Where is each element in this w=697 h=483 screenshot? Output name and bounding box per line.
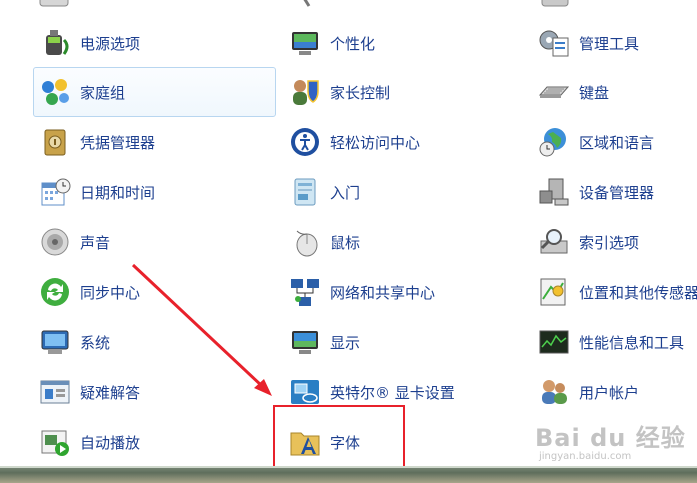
- cp-item-region-language[interactable]: 区域和语言: [532, 117, 697, 167]
- item-label: 家长控制: [330, 83, 391, 102]
- cp-item-personalization[interactable]: 个性化: [283, 18, 526, 68]
- item-label: 轻松访问中心: [330, 133, 421, 152]
- item-label: 日期和时间: [80, 183, 156, 202]
- cp-item-parental-controls[interactable]: 家长控制: [283, 67, 526, 117]
- cp-item-ease-of-access[interactable]: 轻松访问中心: [283, 117, 526, 167]
- cp-item-homegroup[interactable]: 家庭组: [33, 67, 276, 117]
- display-icon: [288, 325, 322, 359]
- ease-of-access-icon: [288, 125, 322, 159]
- item-label: 区域和语言: [579, 133, 655, 152]
- item-label: 鼠标: [330, 233, 361, 252]
- region-language-icon: [537, 125, 571, 159]
- cp-item-power-options[interactable]: 电源选项: [33, 18, 276, 68]
- partial-top-icon: [38, 0, 72, 10]
- date-time-icon: [38, 175, 72, 209]
- mouse-icon: [288, 225, 322, 259]
- item-label: 家庭组: [80, 83, 126, 102]
- cp-item-date-time[interactable]: 日期和时间: [33, 167, 276, 217]
- item-label: 键盘: [579, 83, 610, 102]
- item-label: 疑难解答: [80, 383, 141, 402]
- cp-item-network-sharing[interactable]: 网络和共享中心: [283, 267, 526, 317]
- system-icon: [38, 325, 72, 359]
- admin-tools-icon: [537, 26, 571, 60]
- partial-top-icon: [538, 0, 572, 10]
- performance-icon: [537, 325, 571, 359]
- user-accounts-icon: [537, 375, 571, 409]
- network-sharing-icon: [288, 275, 322, 309]
- getting-started-icon: [288, 175, 322, 209]
- baidu-watermark: Bai du 经验 jingyan.baidu.com: [535, 418, 695, 468]
- watermark-main: Bai du 经验: [535, 424, 686, 452]
- item-label: 自动播放: [80, 433, 141, 452]
- item-label: 英特尔® 显卡设置: [330, 383, 455, 402]
- item-label: 系统: [80, 333, 111, 352]
- item-label: 设备管理器: [579, 183, 655, 202]
- keyboard-icon: [537, 75, 571, 109]
- cp-item-admin-tools[interactable]: 管理工具: [532, 18, 697, 68]
- taskbar: [0, 466, 697, 483]
- credential-manager-icon: [38, 125, 72, 159]
- troubleshooting-icon: [38, 375, 72, 409]
- item-label: 用户帐户: [579, 383, 640, 402]
- cp-item-indexing-options[interactable]: 索引选项: [532, 217, 697, 267]
- item-label: 显示: [330, 333, 361, 352]
- partial-top-icon: [289, 0, 323, 10]
- cp-item-performance[interactable]: 性能信息和工具: [532, 317, 697, 367]
- item-label: 网络和共享中心: [330, 283, 436, 302]
- item-label: 电源选项: [80, 34, 141, 53]
- autoplay-icon: [38, 425, 72, 459]
- parental-controls-icon: [288, 75, 322, 109]
- sound-icon: [38, 225, 72, 259]
- cp-item-system[interactable]: 系统: [33, 317, 276, 367]
- cp-item-user-accounts[interactable]: 用户帐户: [532, 367, 697, 417]
- personalization-icon: [288, 26, 322, 60]
- cp-item-credential-manager[interactable]: 凭据管理器: [33, 117, 276, 167]
- item-label: 性能信息和工具: [579, 333, 685, 352]
- item-label: 声音: [80, 233, 111, 252]
- taskbar-edge: [0, 466, 697, 468]
- annotation-highlight-box: [273, 405, 405, 469]
- item-label: 同步中心: [80, 283, 141, 302]
- cp-item-autoplay[interactable]: 自动播放: [33, 417, 276, 467]
- sync-center-icon: [38, 275, 72, 309]
- cp-item-location-sensors[interactable]: 位置和其他传感器: [532, 267, 697, 317]
- cp-item-keyboard[interactable]: 键盘: [532, 67, 697, 117]
- location-sensors-icon: [537, 275, 571, 309]
- item-label: 管理工具: [579, 34, 640, 53]
- item-label: 入门: [330, 183, 361, 202]
- cp-item-device-manager[interactable]: 设备管理器: [532, 167, 697, 217]
- cp-item-mouse[interactable]: 鼠标: [283, 217, 526, 267]
- indexing-options-icon: [537, 225, 571, 259]
- cp-item-display[interactable]: 显示: [283, 317, 526, 367]
- item-label: 凭据管理器: [80, 133, 156, 152]
- item-label: 位置和其他传感器: [579, 283, 697, 302]
- intel-graphics-icon: [288, 375, 322, 409]
- item-label: 索引选项: [579, 233, 640, 252]
- cp-item-getting-started[interactable]: 入门: [283, 167, 526, 217]
- cp-item-sound[interactable]: 声音: [33, 217, 276, 267]
- homegroup-icon: [38, 75, 72, 109]
- device-manager-icon: [537, 175, 571, 209]
- power-options-icon: [38, 26, 72, 60]
- cp-item-troubleshooting[interactable]: 疑难解答: [33, 367, 276, 417]
- cp-item-sync-center[interactable]: 同步中心: [33, 267, 276, 317]
- item-label: 个性化: [330, 34, 376, 53]
